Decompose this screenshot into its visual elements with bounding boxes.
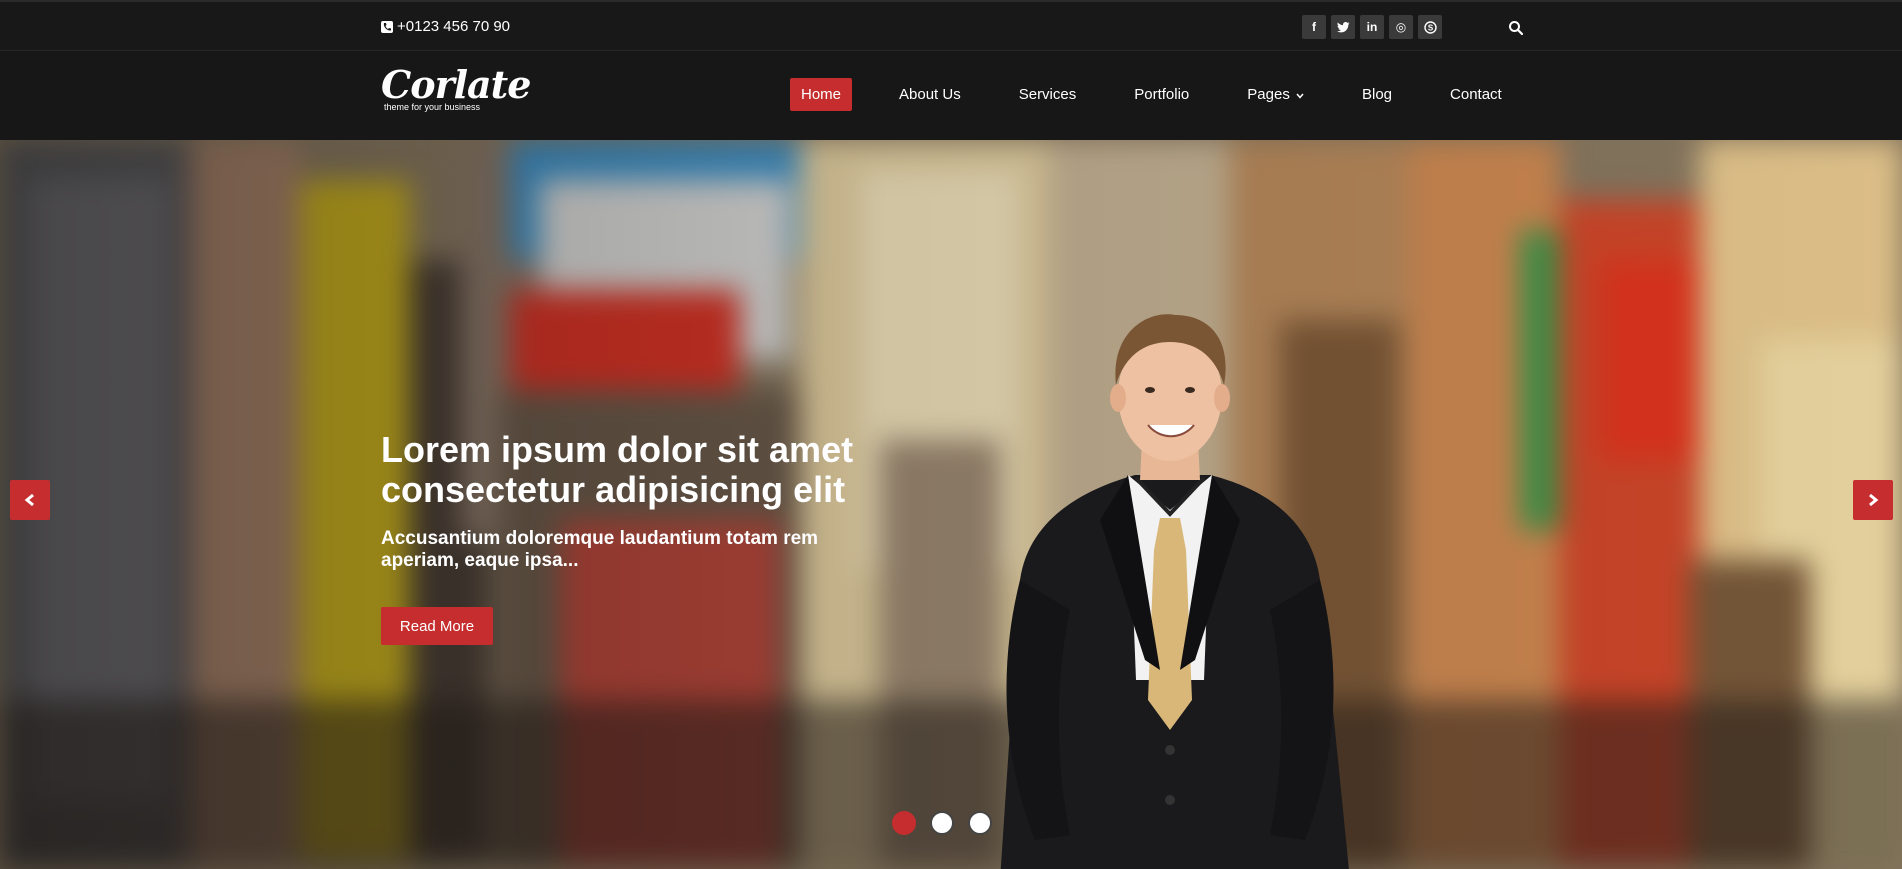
twitter-icon[interactable] — [1331, 15, 1355, 39]
slide-dot-2[interactable] — [930, 811, 954, 835]
hero-title: Lorem ipsum dolor sit amet consectetur a… — [381, 429, 854, 510]
main-menu: Home About Us Services Portfolio Pages B… — [790, 78, 1513, 111]
hero-subtitle: Accusantium doloremque laudantium totam … — [381, 528, 819, 571]
nav-item-pages[interactable]: Pages — [1236, 78, 1315, 111]
search-icon[interactable] — [1508, 20, 1524, 36]
nav-item-services[interactable]: Services — [1008, 78, 1088, 111]
nav-item-contact[interactable]: Contact — [1439, 78, 1513, 111]
phone-number: +0123 456 70 90 — [397, 18, 511, 35]
nav-item-blog[interactable]: Blog — [1351, 78, 1403, 111]
hero-overlay — [0, 140, 1902, 869]
nav-item-portfolio[interactable]: Portfolio — [1123, 78, 1200, 111]
slide-dot-1[interactable] — [892, 811, 916, 835]
nav-item-pages-label: Pages — [1247, 86, 1290, 103]
main-navbar: Corlate theme for your business Home Abo… — [0, 51, 1902, 140]
chevron-right-icon — [1869, 493, 1879, 507]
brand-name: Corlate — [381, 62, 531, 107]
skype-icon[interactable]: S — [1418, 15, 1442, 39]
phone-contact[interactable]: +0123 456 70 90 — [381, 18, 510, 35]
social-links: f in ◎ S — [1302, 15, 1442, 39]
facebook-icon[interactable]: f — [1302, 15, 1326, 39]
read-more-button[interactable]: Read More — [381, 607, 493, 645]
chevron-left-icon — [24, 493, 34, 507]
linkedin-icon[interactable]: in — [1360, 15, 1384, 39]
slide-dot-3[interactable] — [968, 811, 992, 835]
nav-item-about-us[interactable]: About Us — [888, 78, 972, 111]
slider-prev-button[interactable] — [10, 480, 50, 520]
brand-logo[interactable]: Corlate theme for your business — [381, 62, 531, 113]
hero-slider: Lorem ipsum dolor sit amet consectetur a… — [0, 140, 1902, 869]
businessman-image — [1000, 314, 1349, 869]
nav-item-home[interactable]: Home — [790, 78, 853, 111]
dribbble-icon[interactable]: ◎ — [1389, 15, 1413, 39]
phone-icon — [381, 20, 393, 33]
chevron-down-icon — [1296, 91, 1304, 102]
slider-next-button[interactable] — [1853, 480, 1893, 520]
top-bar: +0123 456 70 90 f in ◎ S — [0, 0, 1902, 51]
slider-pagination — [892, 811, 992, 835]
svg-text:S: S — [1427, 23, 1433, 32]
